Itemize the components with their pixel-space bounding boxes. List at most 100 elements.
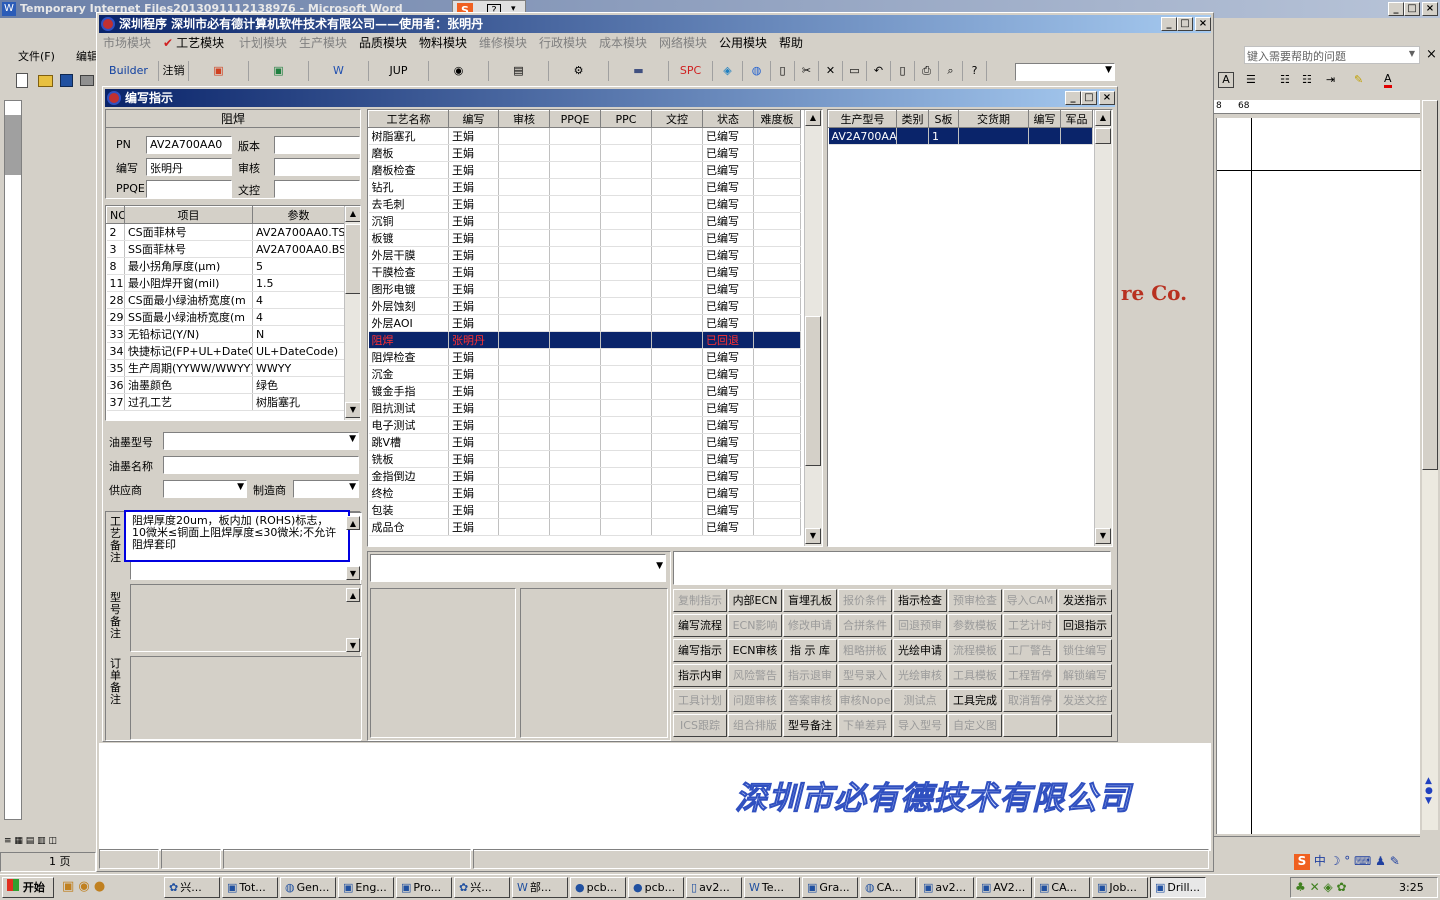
numbered-list-icon[interactable]: ☷ xyxy=(1280,73,1290,86)
model-col-0[interactable]: 生产型号 xyxy=(828,110,897,128)
process-row[interactable]: 金指倒边 王娟 已编写 xyxy=(368,467,801,485)
font-a-icon[interactable]: A xyxy=(1218,72,1234,88)
bottom-list-left[interactable] xyxy=(370,588,516,738)
param-row[interactable]: 11 最小阻焊开窗(mil) 1.5 xyxy=(106,274,345,292)
order-note-field[interactable] xyxy=(130,656,362,740)
action-button[interactable]: 指示检查 xyxy=(893,589,947,612)
taskbar-item[interactable]: ✿ 兴... xyxy=(164,877,220,898)
action-button[interactable]: 风险警告 xyxy=(728,664,782,687)
menu-item-8[interactable]: 成本模块 xyxy=(599,34,647,51)
process-row[interactable]: 外层干膜 王娟 已编写 xyxy=(368,246,801,264)
action-button[interactable]: 型号备注 xyxy=(783,714,837,737)
help-search-input[interactable]: 键入需要帮助的问题 ▼ xyxy=(1244,46,1420,64)
proc-col-0[interactable]: 工艺名称 xyxy=(368,110,449,128)
action-button[interactable]: 工厂警告 xyxy=(1003,639,1057,662)
param-row[interactable]: 35 生产周期(YYWW/WWYY) WWYY xyxy=(106,359,345,377)
action-button[interactable]: 工程暂停 xyxy=(1003,664,1057,687)
taskbar-item[interactable]: ◍ CA... xyxy=(860,877,916,898)
database-icon[interactable]: ▤ xyxy=(489,61,549,81)
command-field[interactable] xyxy=(673,551,1111,585)
tray-icons[interactable]: ♣ ✕ ◈ ✿ xyxy=(1295,880,1347,894)
param-row[interactable]: 33 无铅标记(Y/N) N xyxy=(106,325,345,343)
action-button[interactable]: 粗略拼板 xyxy=(838,639,892,662)
excel-icon[interactable]: ▣ xyxy=(249,61,309,81)
action-button[interactable]: 参数模板 xyxy=(948,614,1002,637)
proc-col-7[interactable]: 难度板 xyxy=(753,110,801,128)
action-button[interactable]: 报价条件 xyxy=(838,589,892,612)
taskbar-item[interactable]: ● pcb... xyxy=(570,877,626,898)
scroll-up-icon[interactable]: ▲ xyxy=(346,588,360,602)
action-button[interactable]: ICS跟踪 xyxy=(673,714,727,737)
proc-col-5[interactable]: 文控 xyxy=(651,110,703,128)
menu-item-10[interactable]: 公用模块 xyxy=(719,34,767,51)
action-button[interactable]: 修改申请 xyxy=(783,614,837,637)
help-icon[interactable]: ? xyxy=(963,61,987,81)
process-row[interactable]: 图形电镀 王娟 已编写 xyxy=(368,280,801,298)
process-row[interactable]: 镀金手指 王娟 已编写 xyxy=(368,382,801,400)
dialog-max-button[interactable]: □ xyxy=(1081,91,1097,105)
process-row[interactable]: 外层AOI 王娟 已编写 xyxy=(368,314,801,332)
print-icon[interactable] xyxy=(80,75,94,86)
model-note-scroll[interactable]: ▲ ▼ xyxy=(346,588,360,652)
menu-item-6[interactable]: 维修模块 xyxy=(479,34,527,51)
taskbar-item[interactable]: ▣ Pro... xyxy=(396,877,452,898)
process-row[interactable]: 跳V槽 王娟 已编写 xyxy=(368,433,801,451)
col-param[interactable]: 参数 xyxy=(252,206,345,224)
model-note-field[interactable] xyxy=(130,584,362,652)
proc-col-2[interactable]: 审核 xyxy=(498,110,550,128)
logout-button[interactable]: 注销 xyxy=(159,61,189,81)
menu-item-2[interactable]: 计划模块 xyxy=(239,34,287,51)
param-row[interactable]: 37 过孔工艺 树脂塞孔 xyxy=(106,393,345,411)
process-row[interactable]: 阻抗测试 王娟 已编写 xyxy=(368,399,801,417)
col-no[interactable]: NO xyxy=(106,206,125,224)
app-max-button[interactable]: □ xyxy=(1177,17,1193,31)
action-button[interactable]: 内部ECN xyxy=(728,589,782,612)
jup-button[interactable]: JUP xyxy=(369,61,429,81)
param-row[interactable]: 3 SS面菲林号 AV2A700AA0.BS xyxy=(106,240,345,258)
model-row[interactable]: AV2A700AA0 1 xyxy=(828,127,1093,145)
word-max-button[interactable]: □ xyxy=(1404,2,1420,16)
menu-item-4[interactable]: 品质模块 xyxy=(359,34,407,51)
taskbar-item[interactable]: ● pcb... xyxy=(628,877,684,898)
find-icon[interactable]: ⌕ xyxy=(939,61,963,81)
action-button[interactable]: 指示退审 xyxy=(783,664,837,687)
bottom-select[interactable]: ▼ xyxy=(370,554,666,582)
app-min-button[interactable]: _ xyxy=(1161,17,1177,31)
process-row[interactable]: 板镀 王娟 已编写 xyxy=(368,229,801,247)
action-button[interactable]: 光绘申请 xyxy=(893,639,947,662)
scroll-down-icon[interactable]: ▼ xyxy=(345,402,360,418)
wk-field[interactable] xyxy=(274,180,360,198)
taskbar-item[interactable]: ✿ 兴... xyxy=(454,877,510,898)
font-color-icon[interactable]: A xyxy=(1384,72,1392,88)
spc-button[interactable]: SPC xyxy=(669,61,713,81)
scroll-down-icon[interactable]: ▼ xyxy=(346,638,360,652)
col-item[interactable]: 项目 xyxy=(124,206,253,224)
action-button[interactable]: 合拼条件 xyxy=(838,614,892,637)
proc-col-6[interactable]: 状态 xyxy=(702,110,754,128)
taskbar-item[interactable]: W Te... xyxy=(744,877,800,898)
bottom-list-right[interactable] xyxy=(520,588,668,738)
save-small-icon[interactable]: ▭ xyxy=(843,61,867,81)
word-menu-edit[interactable]: 编辑 xyxy=(76,48,98,64)
process-row[interactable]: 磨板检查 王娟 已编写 xyxy=(368,161,801,179)
taskbar-item[interactable]: ▣ AV2... xyxy=(976,877,1032,898)
version-field[interactable] xyxy=(274,136,360,154)
process-row[interactable]: 阻焊 张明丹 已回退 xyxy=(368,331,801,349)
param-row[interactable]: 8 最小拐角厚度(μm) 5 xyxy=(106,257,345,275)
ink-model-select[interactable]: ▼ xyxy=(163,432,359,450)
ppqe-field[interactable] xyxy=(146,180,232,198)
action-button[interactable]: 流程模板 xyxy=(948,639,1002,662)
model-col-1[interactable]: 类别 xyxy=(896,110,929,128)
action-button[interactable] xyxy=(1058,714,1112,737)
process-scrollbar[interactable]: ▲ ▼ xyxy=(804,110,822,546)
action-button[interactable]: 导入型号 xyxy=(893,714,947,737)
bullet-list-icon[interactable]: ☷ xyxy=(1302,73,1312,86)
proc-col-1[interactable]: 编写 xyxy=(448,110,499,128)
save-icon[interactable] xyxy=(60,74,73,87)
menu-item-11[interactable]: 帮助 xyxy=(779,34,803,51)
process-row[interactable]: 去毛刺 王娟 已编写 xyxy=(368,195,801,213)
menu-item-3[interactable]: 生产模块 xyxy=(299,34,347,51)
params-scrollbar[interactable]: ▲ ▼ xyxy=(344,206,360,420)
process-row[interactable]: 沉铜 王娟 已编写 xyxy=(368,212,801,230)
report-icon[interactable]: ▣ xyxy=(189,61,249,81)
